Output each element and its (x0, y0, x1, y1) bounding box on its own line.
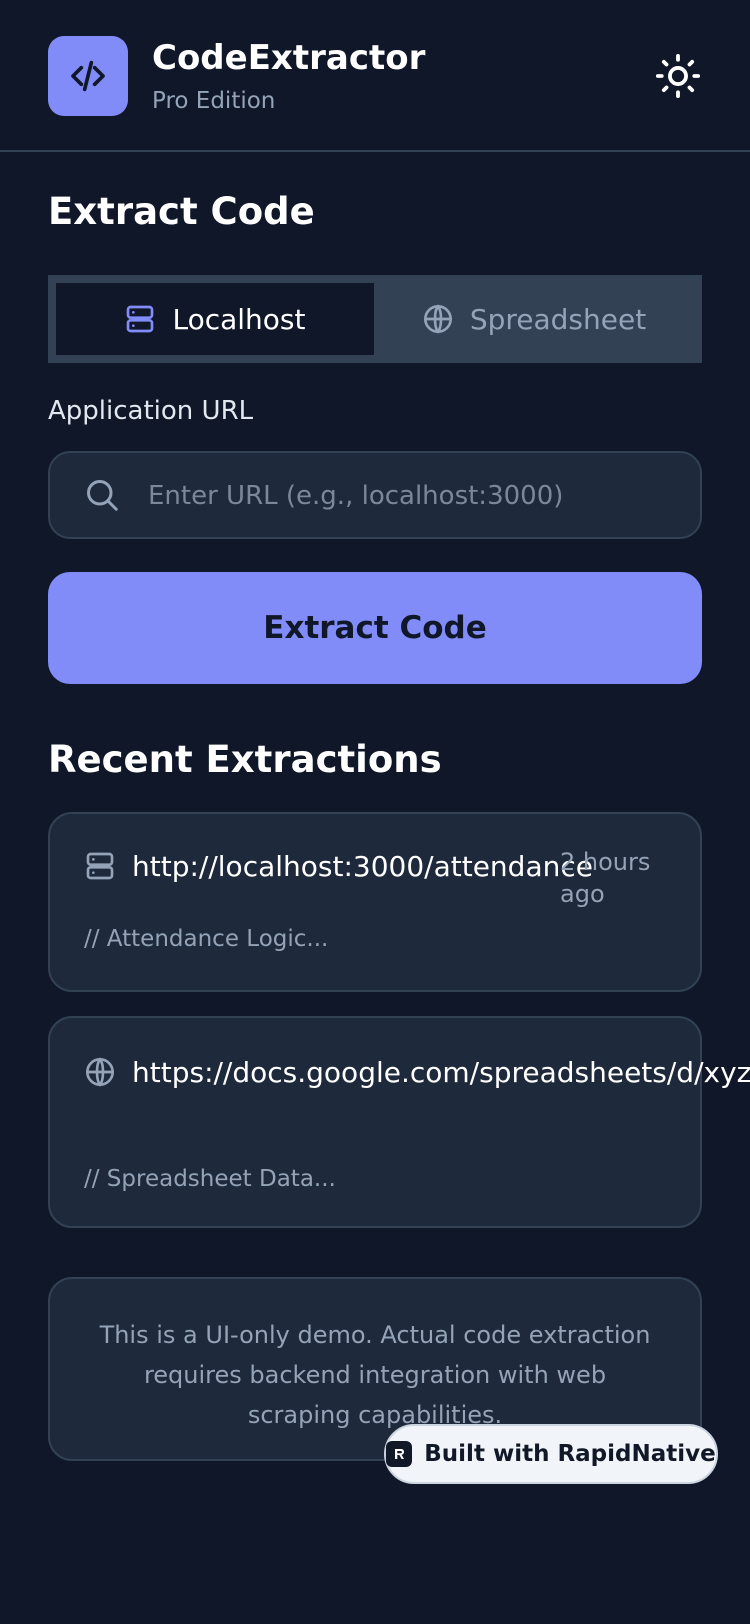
extraction-snippet: // Spreadsheet Data... (84, 1166, 336, 1192)
globe-icon (86, 1057, 114, 1087)
extract-code-button[interactable]: Extract Code (48, 572, 702, 684)
list-item[interactable]: http://localhost:3000/attendance 2 hours… (48, 812, 702, 992)
url-field-label: Application URL (48, 396, 254, 426)
page-title: Extract Code (48, 190, 315, 233)
source-tabs: Localhost Spreadsheet (48, 275, 702, 363)
extraction-time: 2 hours ago (560, 848, 651, 908)
extraction-url: http://localhost:3000/attendance (132, 850, 593, 883)
app-logo (48, 36, 128, 116)
rapidnative-logo-icon (386, 1441, 413, 1467)
search-icon (87, 480, 118, 511)
server-icon (127, 305, 154, 333)
tab-localhost-label: Localhost (172, 302, 306, 336)
code-icon (71, 60, 105, 92)
list-item[interactable]: https://docs.google.com/spreadsheets/d/x… (48, 1016, 750, 1228)
theme-toggle-button[interactable] (654, 52, 702, 100)
globe-icon (423, 304, 452, 334)
built-with-label: Built with RapidNative (424, 1441, 716, 1467)
url-input[interactable] (146, 465, 680, 527)
built-with-badge[interactable]: Built with RapidNative (384, 1424, 718, 1484)
extraction-snippet: // Attendance Logic... (84, 926, 329, 952)
app-header: CodeExtractor Pro Edition (0, 0, 750, 152)
tab-localhost[interactable]: Localhost (56, 283, 374, 355)
r-glyph-icon (395, 1449, 405, 1459)
extraction-url: https://docs.google.com/spreadsheets/d/x… (132, 1056, 750, 1089)
app-screen: CodeExtractor Pro Edition Extract Code L… (0, 0, 750, 1624)
sun-icon (655, 53, 701, 99)
recent-title: Recent Extractions (48, 738, 442, 781)
app-subtitle: Pro Edition (152, 88, 276, 114)
url-field (48, 451, 702, 539)
tab-spreadsheet-label: Spreadsheet (469, 302, 647, 336)
app-title: CodeExtractor (152, 38, 426, 78)
tab-spreadsheet[interactable]: Spreadsheet (374, 283, 694, 355)
server-icon (86, 852, 114, 880)
